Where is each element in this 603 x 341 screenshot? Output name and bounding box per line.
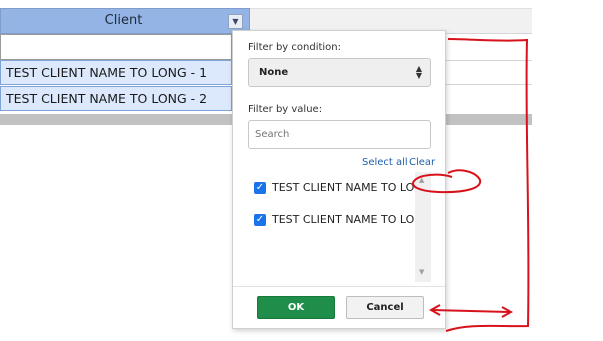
annotation-bracket [445,38,530,332]
annotation-circle [412,169,482,194]
annotation-double-arrow [431,309,511,313]
annotation-overlay [412,38,530,332]
